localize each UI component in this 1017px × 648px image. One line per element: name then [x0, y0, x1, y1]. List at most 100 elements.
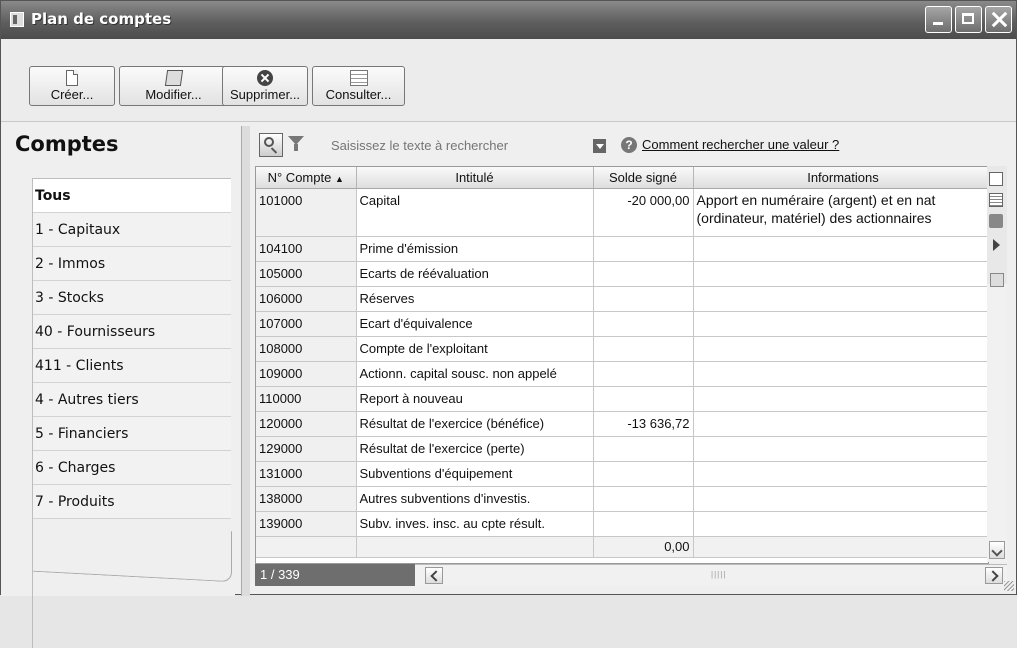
column-header-label[interactable]: Intitulé [356, 167, 594, 189]
cell-balance[interactable] [593, 461, 694, 487]
category-immos[interactable]: 2 - Immos [33, 247, 231, 281]
scroll-up-button[interactable] [990, 273, 1004, 287]
cell-label[interactable]: Report à nouveau [356, 386, 594, 412]
cell-code[interactable]: 101000 [256, 188, 357, 237]
close-button[interactable] [985, 6, 1012, 33]
scroll-left-button[interactable] [425, 567, 443, 584]
search-input[interactable] [307, 135, 607, 156]
cell-label[interactable]: Réserves [356, 286, 594, 312]
cell-info[interactable] [693, 486, 988, 512]
cell-info[interactable] [693, 511, 988, 537]
cell-balance[interactable] [593, 436, 694, 462]
cell-label[interactable]: Compte de l'exploitant [356, 336, 594, 362]
cell-code[interactable]: 138000 [256, 486, 357, 512]
category-produits[interactable]: 7 - Produits [33, 485, 231, 519]
horizontal-scrollbar[interactable]: ||||| [415, 564, 1007, 586]
cell-info[interactable] [693, 411, 988, 437]
cell-balance[interactable] [593, 236, 694, 262]
column-header-code[interactable]: N° Compte ▲ [256, 167, 357, 189]
table-row[interactable]: 108000 Compte de l'exploitant [256, 336, 988, 362]
table-row[interactable]: 105000 Ecarts de réévaluation [256, 261, 988, 287]
scroll-right-button[interactable] [985, 567, 1003, 584]
search-dropdown-button[interactable] [593, 139, 606, 153]
table-row[interactable]: 104100 Prime d'émission [256, 236, 988, 262]
help-link[interactable]: Comment rechercher une valeur ? [642, 137, 839, 152]
table-row[interactable]: 110000 Report à nouveau [256, 386, 988, 412]
panel-splitter[interactable] [241, 126, 250, 596]
cell-info[interactable] [693, 311, 988, 337]
table-row[interactable]: 109000 Actionn. capital sousc. non appelé [256, 361, 988, 387]
cell-label[interactable]: Résultat de l'exercice (perte) [356, 436, 594, 462]
cell-code[interactable]: 131000 [256, 461, 357, 487]
cell-label[interactable]: Prime d'émission [356, 236, 594, 262]
cell-code[interactable]: 120000 [256, 411, 357, 437]
scroll-down-button[interactable] [989, 541, 1005, 559]
cell-code[interactable]: 110000 [256, 386, 357, 412]
export-icon[interactable] [989, 193, 1003, 207]
cell-balance[interactable] [593, 336, 694, 362]
column-chooser-icon[interactable] [989, 172, 1003, 186]
table-row[interactable]: 139000 Subv. inves. insc. au cpte résult. [256, 511, 988, 537]
cell-code[interactable]: 129000 [256, 436, 357, 462]
cell-balance[interactable]: -13 636,72 [593, 411, 694, 437]
table-row[interactable]: 106000 Réserves [256, 286, 988, 312]
cell-label[interactable]: Ecarts de réévaluation [356, 261, 594, 287]
help-icon[interactable]: ? [621, 137, 637, 153]
category-clients[interactable]: 411 - Clients [33, 349, 231, 383]
print-icon[interactable] [989, 214, 1003, 228]
scroll-thumb-grip[interactable]: ||||| [711, 570, 726, 579]
cell-balance[interactable] [593, 361, 694, 387]
search-icon[interactable] [259, 133, 283, 157]
cell-label[interactable]: Capital [356, 188, 594, 237]
expand-arrow-icon[interactable] [989, 238, 1003, 252]
cell-balance[interactable] [593, 386, 694, 412]
cell-code[interactable]: 104100 [256, 236, 357, 262]
category-stocks[interactable]: 3 - Stocks [33, 281, 231, 315]
delete-button[interactable]: Supprimer... [222, 66, 308, 106]
table-row[interactable]: 138000 Autres subventions d'investis. [256, 486, 988, 512]
category-capitaux[interactable]: 1 - Capitaux [33, 213, 231, 247]
cell-info[interactable] [693, 286, 988, 312]
minimize-button[interactable] [925, 6, 952, 33]
create-button[interactable]: Créer... [29, 66, 115, 106]
table-row[interactable]: 131000 Subventions d'équipement [256, 461, 988, 487]
table-row[interactable]: 101000 Capital -20 000,00 Apport en numérai… [256, 188, 988, 237]
cell-label[interactable]: Actionn. capital sousc. non appelé [356, 361, 594, 387]
cell-code[interactable]: 108000 [256, 336, 357, 362]
cell-label[interactable]: Subventions d'équipement [356, 461, 594, 487]
resize-grip[interactable] [1004, 581, 1014, 591]
cell-code[interactable]: 106000 [256, 286, 357, 312]
category-tous[interactable]: Tous [33, 178, 231, 213]
table-row[interactable]: 129000 Résultat de l'exercice (perte) [256, 436, 988, 462]
cell-label[interactable]: Autres subventions d'investis. [356, 486, 594, 512]
category-autres-tiers[interactable]: 4 - Autres tiers [33, 383, 231, 417]
modify-button[interactable]: Modifier... [119, 66, 228, 106]
table-row[interactable]: 107000 Ecart d'équivalence [256, 311, 988, 337]
cell-balance[interactable] [593, 486, 694, 512]
column-header-balance[interactable]: Solde signé [593, 167, 694, 189]
cell-balance[interactable] [593, 511, 694, 537]
title-bar[interactable]: Plan de comptes [1, 1, 1016, 39]
cell-info[interactable]: Apport en numéraire (argent) et en nat (… [693, 188, 988, 237]
category-financiers[interactable]: 5 - Financiers [33, 417, 231, 451]
cell-balance[interactable] [593, 311, 694, 337]
cell-info[interactable] [693, 436, 988, 462]
cell-info[interactable] [693, 336, 988, 362]
consult-button[interactable]: Consulter... [312, 66, 405, 106]
vertical-scrollbar[interactable] [987, 284, 1007, 562]
filter-icon[interactable] [288, 136, 304, 152]
cell-code[interactable]: 139000 [256, 511, 357, 537]
cell-code[interactable]: 105000 [256, 261, 357, 287]
cell-label[interactable]: Ecart d'équivalence [356, 311, 594, 337]
cell-balance[interactable] [593, 261, 694, 287]
cell-info[interactable] [693, 386, 988, 412]
cell-info[interactable] [693, 261, 988, 287]
category-charges[interactable]: 6 - Charges [33, 451, 231, 485]
table-row[interactable]: 120000 Résultat de l'exercice (bénéfice) -… [256, 411, 988, 437]
maximize-button[interactable] [955, 6, 982, 33]
cell-balance[interactable]: -20 000,00 [593, 188, 694, 237]
cell-code[interactable]: 107000 [256, 311, 357, 337]
cell-info[interactable] [693, 361, 988, 387]
cell-code[interactable]: 109000 [256, 361, 357, 387]
category-fournisseurs[interactable]: 40 - Fournisseurs [33, 315, 231, 349]
